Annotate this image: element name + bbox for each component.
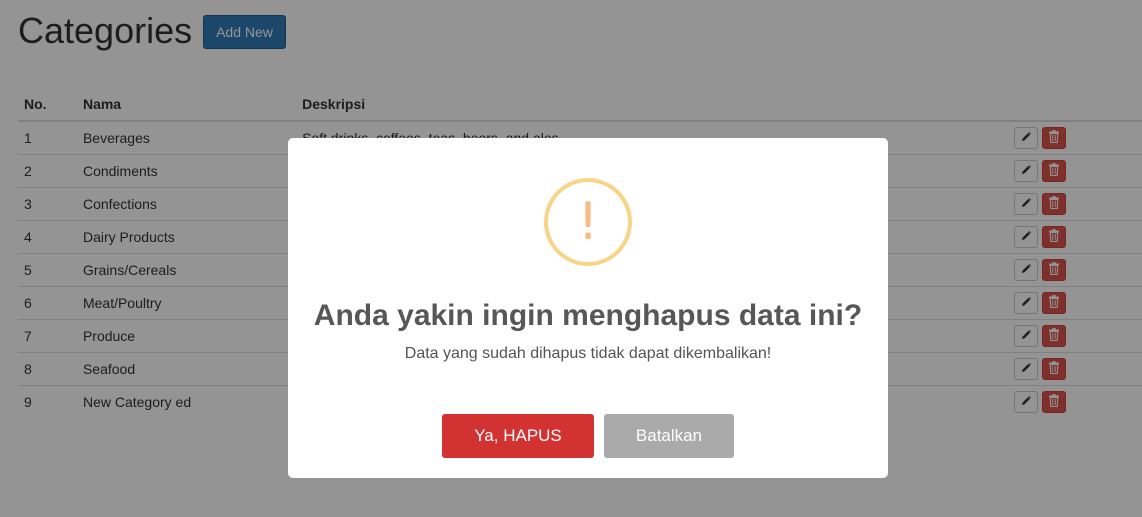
dialog-title: Anda yakin ingin menghapus data ini? [313, 299, 863, 332]
cancel-button[interactable]: Batalkan [604, 414, 734, 458]
dialog-text: Data yang sudah dihapus tidak dapat dike… [404, 345, 772, 362]
exclamation-mark: ! [577, 192, 599, 252]
delete-confirm-dialog: ! Anda yakin ingin menghapus data ini? D… [288, 138, 888, 478]
dialog-buttons: Ya, HAPUS Batalkan [288, 414, 888, 458]
confirm-delete-button[interactable]: Ya, HAPUS [442, 414, 594, 458]
warning-icon: ! [544, 178, 632, 266]
